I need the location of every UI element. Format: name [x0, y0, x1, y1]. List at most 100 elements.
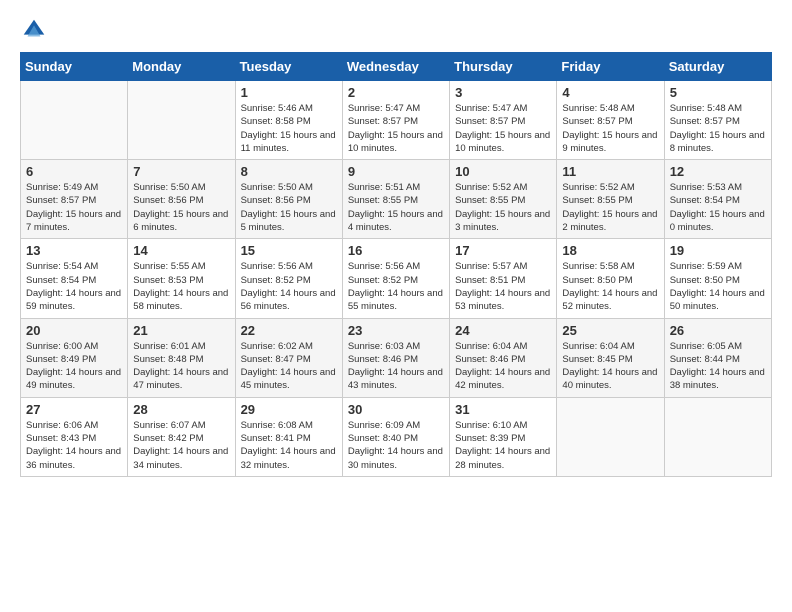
- day-detail: Sunrise: 5:57 AMSunset: 8:51 PMDaylight:…: [455, 260, 551, 313]
- day-detail: Sunrise: 5:48 AMSunset: 8:57 PMDaylight:…: [562, 102, 658, 155]
- calendar-cell: 3 Sunrise: 5:47 AMSunset: 8:57 PMDaylight…: [450, 81, 557, 160]
- calendar-cell: 24Sunrise: 6:04 AMSunset: 8:46 PMDayligh…: [450, 318, 557, 397]
- day-number: 9: [348, 164, 444, 179]
- day-detail: Sunrise: 6:10 AMSunset: 8:39 PMDaylight:…: [455, 419, 551, 472]
- day-detail: Sunrise: 5:47 AMSunset: 8:57 PMDaylight:…: [348, 102, 444, 155]
- page-header: [20, 16, 772, 44]
- day-number: 7: [133, 164, 229, 179]
- day-detail: Sunrise: 6:05 AMSunset: 8:44 PMDaylight:…: [670, 340, 766, 393]
- calendar-cell: 27 Sunrise: 6:06 AMSunset: 8:43 PMDayligh…: [21, 397, 128, 476]
- day-detail: Sunrise: 5:49 AMSunset: 8:57 PMDaylight:…: [26, 181, 122, 234]
- day-number: 21: [133, 323, 229, 338]
- calendar-cell: 17 Sunrise: 5:57 AMSunset: 8:51 PMDayligh…: [450, 239, 557, 318]
- day-number: 10: [455, 164, 551, 179]
- calendar-cell: 14 Sunrise: 5:55 AMSunset: 8:53 PMDayligh…: [128, 239, 235, 318]
- day-detail: Sunrise: 6:00 AMSunset: 8:49 PMDaylight:…: [26, 340, 122, 393]
- day-number: 1: [241, 85, 337, 100]
- calendar-cell: 16 Sunrise: 5:56 AMSunset: 8:52 PMDayligh…: [342, 239, 449, 318]
- day-detail: Sunrise: 6:07 AMSunset: 8:42 PMDaylight:…: [133, 419, 229, 472]
- day-number: 19: [670, 243, 766, 258]
- day-number: 18: [562, 243, 658, 258]
- calendar-cell: 22 Sunrise: 6:02 AMSunset: 8:47 PMDayligh…: [235, 318, 342, 397]
- day-detail: Sunrise: 5:47 AMSunset: 8:57 PMDaylight:…: [455, 102, 551, 155]
- day-number: 25: [562, 323, 658, 338]
- calendar-cell: 8 Sunrise: 5:50 AMSunset: 8:56 PMDaylight…: [235, 160, 342, 239]
- day-number: 22: [241, 323, 337, 338]
- day-number: 6: [26, 164, 122, 179]
- calendar-cell: 15Sunrise: 5:56 AMSunset: 8:52 PMDayligh…: [235, 239, 342, 318]
- day-detail: Sunrise: 6:06 AMSunset: 8:43 PMDaylight:…: [26, 419, 122, 472]
- day-number: 3: [455, 85, 551, 100]
- day-number: 20: [26, 323, 122, 338]
- calendar-cell: 21 Sunrise: 6:01 AMSunset: 8:48 PMDayligh…: [128, 318, 235, 397]
- weekday-header-sunday: Sunday: [21, 53, 128, 81]
- day-detail: Sunrise: 5:58 AMSunset: 8:50 PMDaylight:…: [562, 260, 658, 313]
- day-detail: Sunrise: 5:56 AMSunset: 8:52 PMDaylight:…: [241, 260, 337, 313]
- logo: [20, 16, 52, 44]
- day-detail: Sunrise: 6:08 AMSunset: 8:41 PMDaylight:…: [241, 419, 337, 472]
- weekday-header-friday: Friday: [557, 53, 664, 81]
- week-row-1: 1 Sunrise: 5:46 AMSunset: 8:58 PMDaylight…: [21, 81, 772, 160]
- day-number: 12: [670, 164, 766, 179]
- day-number: 4: [562, 85, 658, 100]
- day-number: 14: [133, 243, 229, 258]
- day-number: 16: [348, 243, 444, 258]
- day-number: 17: [455, 243, 551, 258]
- day-detail: Sunrise: 5:50 AMSunset: 8:56 PMDaylight:…: [241, 181, 337, 234]
- calendar-cell: 1 Sunrise: 5:46 AMSunset: 8:58 PMDaylight…: [235, 81, 342, 160]
- day-detail: Sunrise: 5:52 AMSunset: 8:55 PMDaylight:…: [562, 181, 658, 234]
- calendar-cell: 9 Sunrise: 5:51 AMSunset: 8:55 PMDaylight…: [342, 160, 449, 239]
- logo-icon: [20, 16, 48, 44]
- day-number: 27: [26, 402, 122, 417]
- day-number: 26: [670, 323, 766, 338]
- day-detail: Sunrise: 5:52 AMSunset: 8:55 PMDaylight:…: [455, 181, 551, 234]
- calendar-cell: 7 Sunrise: 5:50 AMSunset: 8:56 PMDaylight…: [128, 160, 235, 239]
- calendar-cell: 26 Sunrise: 6:05 AMSunset: 8:44 PMDayligh…: [664, 318, 771, 397]
- calendar-cell: 10 Sunrise: 5:52 AMSunset: 8:55 PMDayligh…: [450, 160, 557, 239]
- calendar-cell: [557, 397, 664, 476]
- day-detail: Sunrise: 5:53 AMSunset: 8:54 PMDaylight:…: [670, 181, 766, 234]
- calendar-table: SundayMondayTuesdayWednesdayThursdayFrid…: [20, 52, 772, 477]
- weekday-header-wednesday: Wednesday: [342, 53, 449, 81]
- calendar-cell: 12 Sunrise: 5:53 AMSunset: 8:54 PMDayligh…: [664, 160, 771, 239]
- day-number: 2: [348, 85, 444, 100]
- calendar-cell: [21, 81, 128, 160]
- weekday-header-tuesday: Tuesday: [235, 53, 342, 81]
- week-row-5: 27 Sunrise: 6:06 AMSunset: 8:43 PMDayligh…: [21, 397, 772, 476]
- day-number: 28: [133, 402, 229, 417]
- calendar-cell: 11 Sunrise: 5:52 AMSunset: 8:55 PMDayligh…: [557, 160, 664, 239]
- calendar-cell: [664, 397, 771, 476]
- calendar-cell: 4 Sunrise: 5:48 AMSunset: 8:57 PMDaylight…: [557, 81, 664, 160]
- day-detail: Sunrise: 6:02 AMSunset: 8:47 PMDaylight:…: [241, 340, 337, 393]
- calendar-cell: 29 Sunrise: 6:08 AMSunset: 8:41 PMDayligh…: [235, 397, 342, 476]
- day-detail: Sunrise: 6:01 AMSunset: 8:48 PMDaylight:…: [133, 340, 229, 393]
- day-detail: Sunrise: 5:56 AMSunset: 8:52 PMDaylight:…: [348, 260, 444, 313]
- weekday-header-row: SundayMondayTuesdayWednesdayThursdayFrid…: [21, 53, 772, 81]
- day-number: 29: [241, 402, 337, 417]
- day-detail: Sunrise: 5:50 AMSunset: 8:56 PMDaylight:…: [133, 181, 229, 234]
- day-number: 8: [241, 164, 337, 179]
- day-detail: Sunrise: 6:04 AMSunset: 8:45 PMDaylight:…: [562, 340, 658, 393]
- calendar-cell: 5Sunrise: 5:48 AMSunset: 8:57 PMDaylight…: [664, 81, 771, 160]
- day-detail: Sunrise: 6:04 AMSunset: 8:46 PMDaylight:…: [455, 340, 551, 393]
- day-detail: Sunrise: 5:51 AMSunset: 8:55 PMDaylight:…: [348, 181, 444, 234]
- calendar-cell: 25 Sunrise: 6:04 AMSunset: 8:45 PMDayligh…: [557, 318, 664, 397]
- calendar-cell: 20 Sunrise: 6:00 AMSunset: 8:49 PMDayligh…: [21, 318, 128, 397]
- week-row-2: 6 Sunrise: 5:49 AMSunset: 8:57 PMDaylight…: [21, 160, 772, 239]
- calendar-cell: 13 Sunrise: 5:54 AMSunset: 8:54 PMDayligh…: [21, 239, 128, 318]
- week-row-4: 20 Sunrise: 6:00 AMSunset: 8:49 PMDayligh…: [21, 318, 772, 397]
- day-detail: Sunrise: 5:55 AMSunset: 8:53 PMDaylight:…: [133, 260, 229, 313]
- day-number: 30: [348, 402, 444, 417]
- calendar-cell: 19 Sunrise: 5:59 AMSunset: 8:50 PMDayligh…: [664, 239, 771, 318]
- day-detail: Sunrise: 5:59 AMSunset: 8:50 PMDaylight:…: [670, 260, 766, 313]
- day-detail: Sunrise: 5:54 AMSunset: 8:54 PMDaylight:…: [26, 260, 122, 313]
- calendar-cell: 18 Sunrise: 5:58 AMSunset: 8:50 PMDayligh…: [557, 239, 664, 318]
- weekday-header-saturday: Saturday: [664, 53, 771, 81]
- day-number: 11: [562, 164, 658, 179]
- calendar-cell: 30Sunrise: 6:09 AMSunset: 8:40 PMDayligh…: [342, 397, 449, 476]
- day-detail: Sunrise: 5:48 AMSunset: 8:57 PMDaylight:…: [670, 102, 766, 155]
- calendar-cell: [128, 81, 235, 160]
- day-number: 13: [26, 243, 122, 258]
- day-detail: Sunrise: 5:46 AMSunset: 8:58 PMDaylight:…: [241, 102, 337, 155]
- calendar-cell: 31Sunrise: 6:10 AMSunset: 8:39 PMDayligh…: [450, 397, 557, 476]
